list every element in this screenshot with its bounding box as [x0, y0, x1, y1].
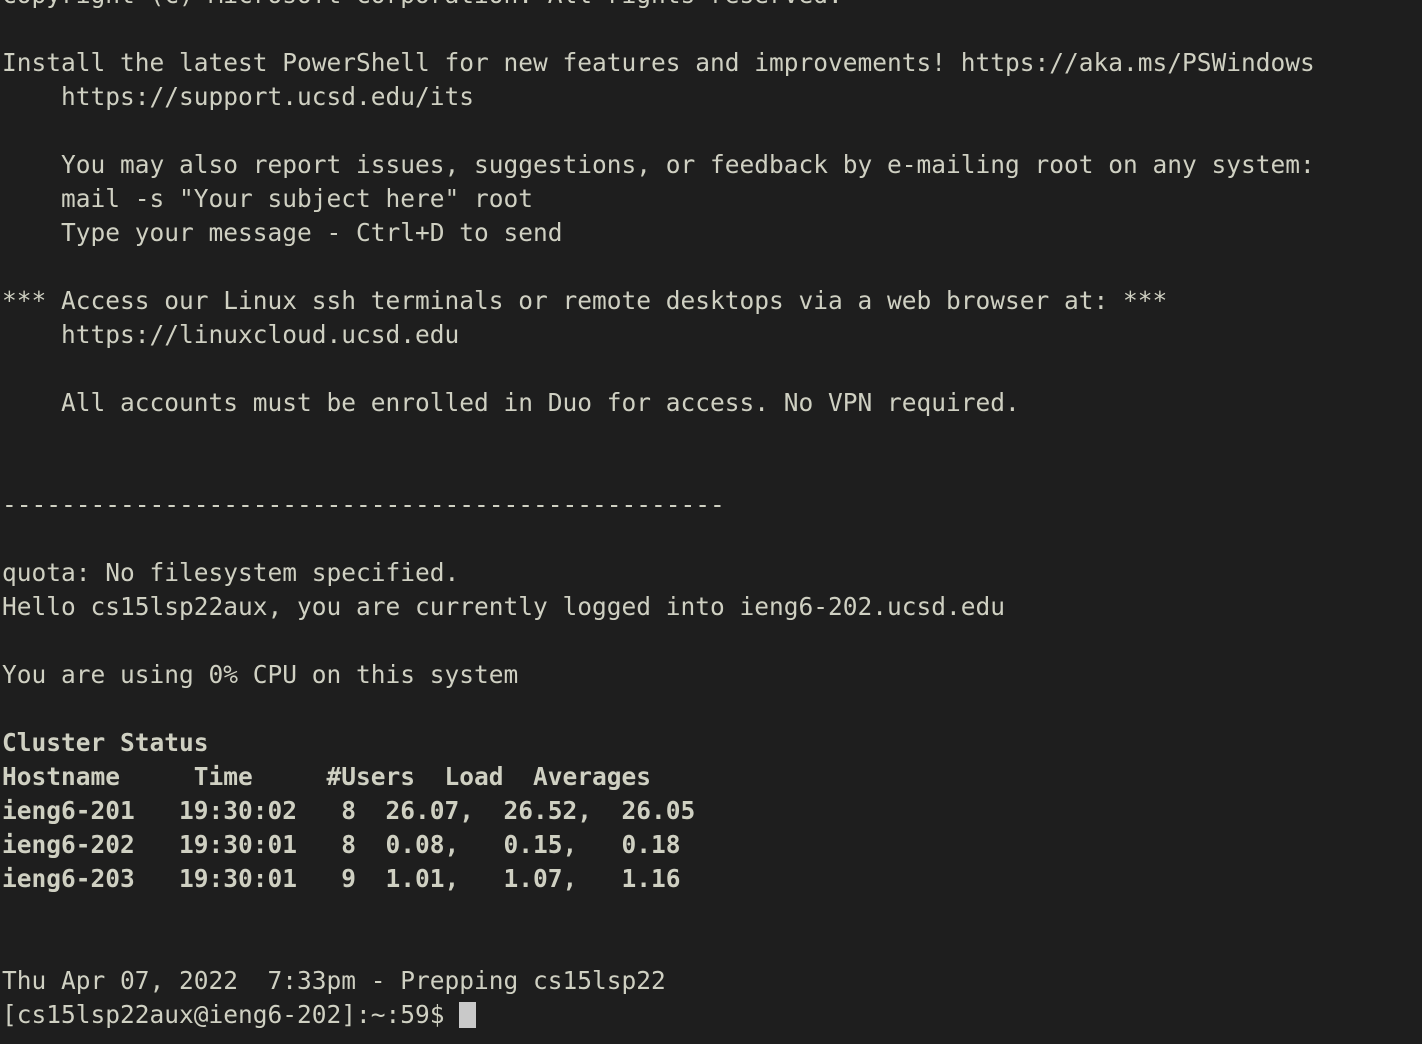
terminal-line-blank-1 — [2, 12, 1422, 46]
terminal-line-blank-8 — [2, 624, 1422, 658]
terminal-line-hello-msg: Hello cs15lsp22aux, you are currently lo… — [2, 592, 1006, 621]
terminal-line-blank-2 — [2, 114, 1422, 148]
terminal-line-cpu-usage: You are using 0% CPU on this system — [2, 660, 519, 689]
terminal-line-blank-10 — [2, 896, 1422, 930]
terminal-line-prompt: [cs15lsp22aux@ieng6-202]:~:59$ — [2, 998, 1422, 1032]
terminal-line-blank-7 — [2, 522, 1422, 556]
terminal-line-duo-notice: All accounts must be enrolled in Duo for… — [2, 388, 1020, 417]
terminal-line-separator: ----------------------------------------… — [2, 490, 725, 519]
terminal-line-mail-command: mail -s "Your subject here" root — [2, 184, 534, 213]
terminal-line-motd-date: Thu Apr 07, 2022 7:33pm - Prepping cs15l… — [2, 966, 666, 995]
terminal-line-cluster-table-header: Hostname Time #Users Load Averages — [2, 762, 652, 791]
terminal-line-blank-4 — [2, 352, 1422, 386]
terminal-line-blank-3 — [2, 250, 1422, 284]
terminal-line-copyright: Copyright (C) Microsoft Corporation. All… — [2, 0, 1422, 12]
terminal-line-cluster-row-202: ieng6-202 19:30:01 8 0.08, 0.15, 0.18 — [2, 830, 681, 859]
terminal-line-blank-11 — [2, 930, 1422, 964]
terminal-line-mail-hint: Type your message - Ctrl+D to send — [2, 218, 563, 247]
terminal-line-cluster-row-203: ieng6-203 19:30:01 9 1.01, 1.07, 1.16 — [2, 864, 681, 893]
terminal-line-blank-9 — [2, 692, 1422, 726]
terminal-line-blank-5 — [2, 420, 1422, 454]
terminal-line-blank-6 — [2, 454, 1422, 488]
terminal-line-cluster-row-201: ieng6-201 19:30:02 8 26.07, 26.52, 26.05 — [2, 796, 696, 825]
terminal-line-linuxcloud-url: https://linuxcloud.ucsd.edu — [2, 320, 460, 349]
terminal-output-area: Copyright (C) Microsoft Corporation. All… — [2, 0, 1422, 1032]
terminal-line-cluster-status-title: Cluster Status — [2, 728, 209, 757]
terminal-line-report-issues: You may also report issues, suggestions,… — [2, 150, 1315, 179]
terminal-line-access-banner: *** Access our Linux ssh terminals or re… — [2, 286, 1168, 315]
terminal-line-quota-msg: quota: No filesystem specified. — [2, 558, 460, 587]
terminal-line-ps-install: Install the latest PowerShell for new fe… — [2, 48, 1315, 77]
terminal-window[interactable]: Copyright (C) Microsoft Corporation. All… — [0, 0, 1422, 1044]
terminal-line-support-url: https://support.ucsd.edu/its — [2, 82, 475, 111]
text-cursor[interactable] — [459, 1002, 476, 1028]
